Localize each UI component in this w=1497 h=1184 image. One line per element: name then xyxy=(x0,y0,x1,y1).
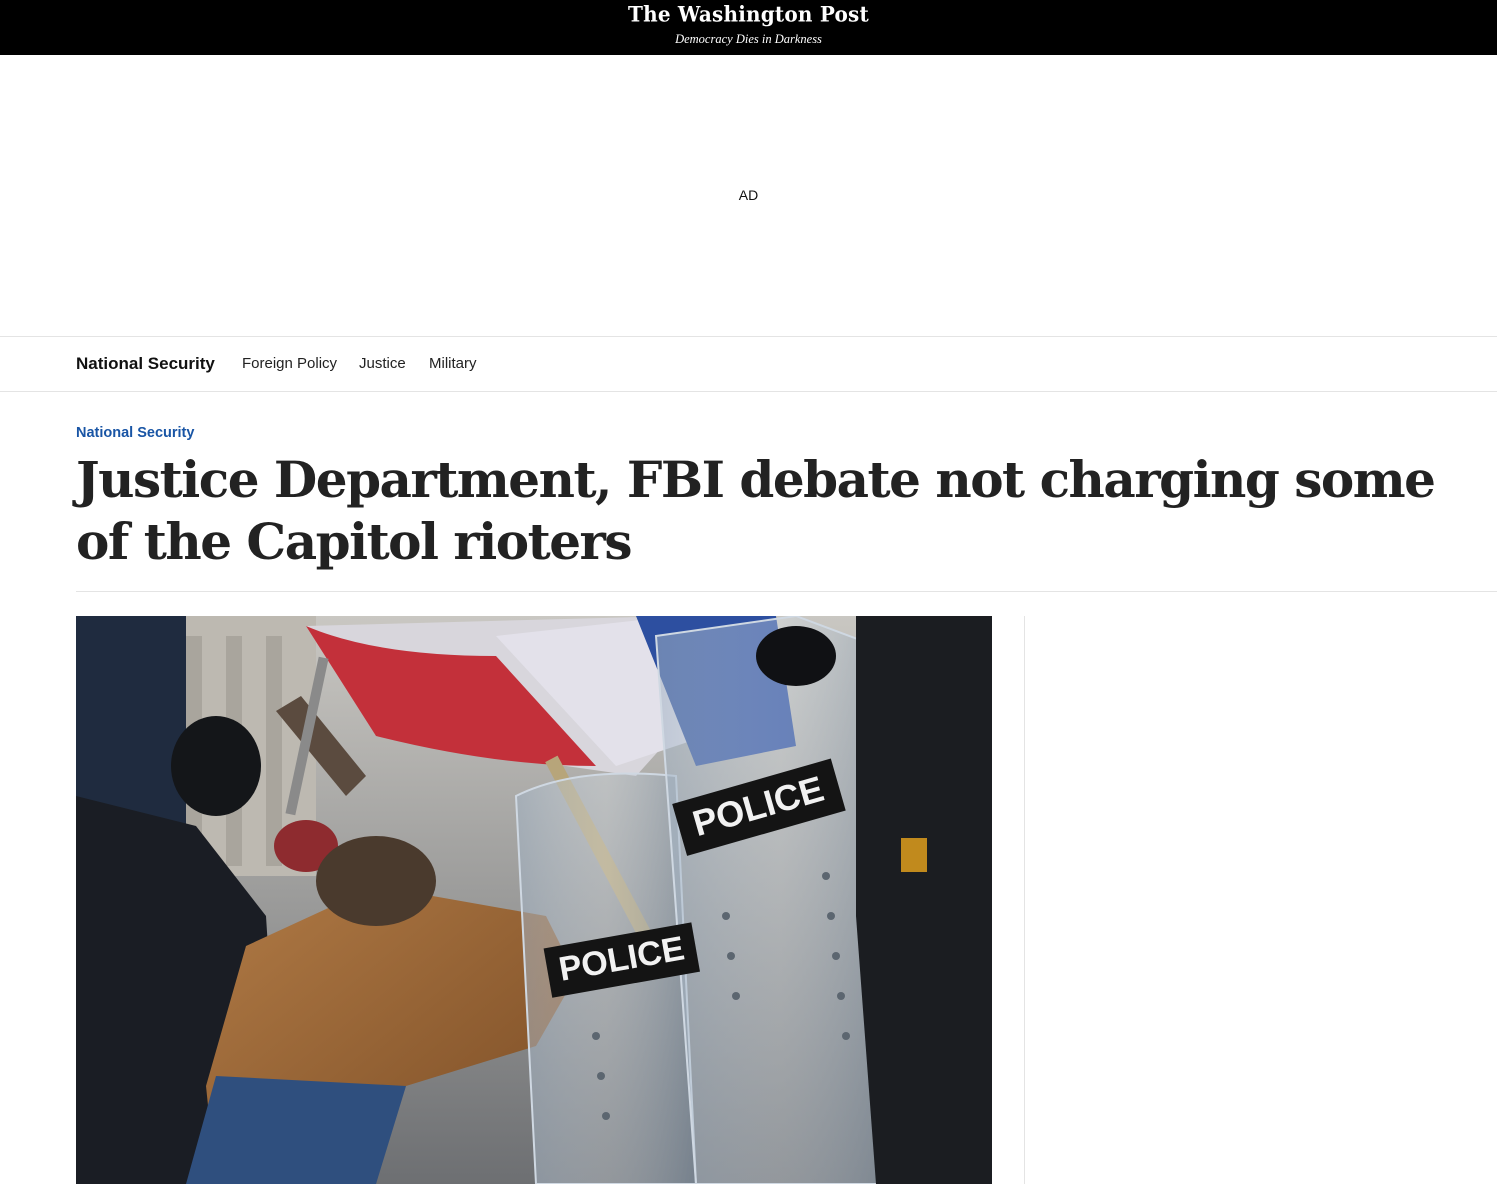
nav-item-foreign-policy[interactable]: Foreign Policy xyxy=(242,355,337,372)
masthead: The Washington Post Democracy Dies in Da… xyxy=(0,0,1497,55)
right-rail-divider xyxy=(1024,616,1025,1184)
article-headline: Justice Department, FBI debate not charg… xyxy=(76,450,1436,571)
site-logo[interactable]: The Washington Post xyxy=(0,1,1497,26)
lead-photo-illustration: POLICE POLICE xyxy=(76,616,992,1184)
ad-label: AD xyxy=(738,187,759,203)
article-kicker[interactable]: National Security xyxy=(76,425,194,441)
headline-divider xyxy=(76,591,1497,592)
section-nav-title[interactable]: National Security xyxy=(76,354,215,374)
section-nav: National Security Foreign Policy Justice… xyxy=(0,337,1497,392)
site-tagline: Democracy Dies in Darkness xyxy=(675,32,822,46)
ad-slot[interactable]: AD xyxy=(0,55,1497,337)
lead-photo[interactable]: POLICE POLICE xyxy=(76,616,992,1184)
nav-item-justice[interactable]: Justice xyxy=(359,355,406,372)
nav-item-military[interactable]: Military xyxy=(429,355,477,372)
